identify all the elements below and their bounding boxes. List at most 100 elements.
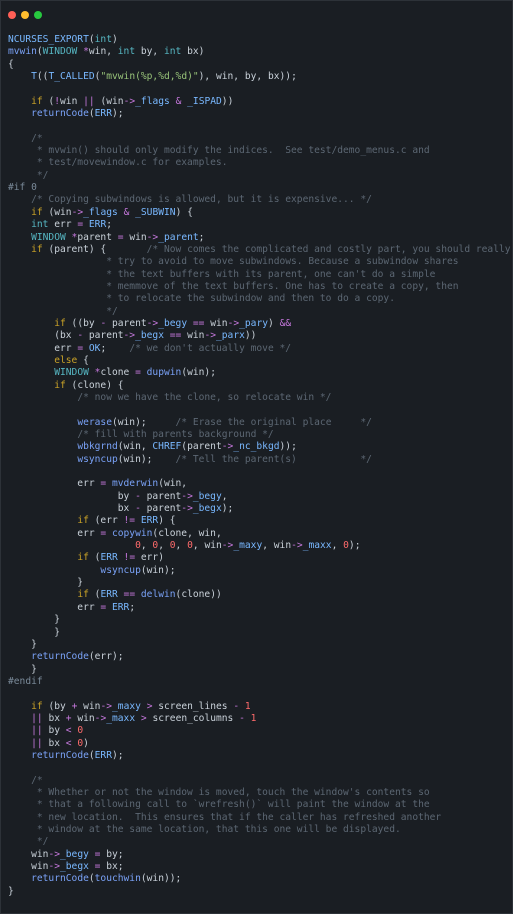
- code-line: err = ERR;: [8, 602, 511, 614]
- code-token: ,: [158, 540, 170, 552]
- code-token: err: [8, 601, 101, 613]
- code-token: win,: [88, 46, 118, 58]
- code-token: _maxy: [112, 700, 141, 712]
- code-token: ERR: [100, 589, 118, 601]
- code-token: * to relocate the subwindow and then to …: [8, 293, 395, 305]
- code-token: ERR: [100, 552, 118, 564]
- code-token: (win);: [181, 367, 216, 379]
- code-token: ), win, by, bx));: [198, 71, 297, 83]
- minimize-button[interactable]: [21, 11, 29, 19]
- code-line: WINDOW *parent = win->_parent;: [8, 232, 511, 244]
- code-token: ||: [31, 725, 43, 737]
- code-line: if ((by - parent->_begy == win->_pary) &…: [8, 318, 511, 330]
- code-token: _ISPAD: [187, 95, 222, 107]
- code-token: wsyncup: [77, 453, 118, 465]
- code-line: T((T_CALLED("mvwin(%p,%d,%d)"), win, by,…: [8, 71, 511, 83]
- code-token: parent: [140, 490, 182, 502]
- code-token: 1: [250, 712, 257, 724]
- code-token: _maxx: [106, 712, 136, 724]
- code-token: ==: [123, 589, 136, 601]
- title-bar: [1, 1, 512, 29]
- code-token: OK: [88, 342, 101, 354]
- code-token: ): [268, 317, 280, 329]
- code-token: ,: [175, 540, 188, 552]
- code-token: T_CALLED: [48, 71, 95, 83]
- code-line: */: [8, 170, 511, 182]
- code-token: , win: [262, 540, 292, 552]
- code-token: bx: [8, 503, 136, 515]
- code-token: _begy: [60, 848, 89, 860]
- code-line: err = mvderwin(win,: [8, 478, 511, 490]
- code-token: !=: [123, 552, 136, 564]
- code-token: err: [8, 527, 101, 539]
- code-token: if: [54, 317, 66, 329]
- code-token: /* Tell the parent(s) */: [175, 453, 372, 465]
- code-line: }: [8, 627, 511, 639]
- code-token: win: [204, 317, 228, 329]
- code-token: int: [117, 46, 136, 58]
- code-token: win: [8, 861, 49, 873]
- code-line: returnCode(ERR);: [8, 108, 511, 120]
- code-line: * to relocate the subwindow and then to …: [8, 293, 511, 305]
- code-line: by - parent->_begy,: [8, 491, 511, 503]
- code-token: ->: [48, 848, 60, 860]
- code-token: if: [31, 95, 43, 107]
- code-line: }: [8, 886, 511, 898]
- code-line: */: [8, 306, 511, 318]
- code-token: ->: [291, 540, 303, 552]
- code-token: _SUBWIN: [135, 206, 176, 218]
- code-token: );: [111, 108, 124, 120]
- code-token: ==: [169, 330, 182, 342]
- code-token: }: [8, 577, 84, 589]
- code-token: 1: [244, 700, 251, 712]
- code-token: */: [8, 836, 49, 848]
- code-token: _begy: [192, 490, 222, 502]
- code-token: ->: [227, 317, 240, 329]
- code-line: else {: [8, 355, 511, 367]
- code-token: /* fill with parents background */: [77, 429, 274, 440]
- code-token: /* we don't actually move */: [129, 342, 292, 354]
- code-token: ) {: [175, 206, 193, 218]
- code-token: by: [8, 490, 136, 502]
- code-line: }: [8, 639, 511, 651]
- zoom-button[interactable]: [34, 11, 42, 19]
- code-token: _begy: [158, 317, 188, 329]
- code-token: screen_lines: [152, 700, 234, 712]
- code-token: (parent) {: [42, 243, 147, 255]
- code-token: returnCode: [31, 108, 89, 120]
- code-line: }: [8, 664, 511, 676]
- code-line: || bx < 0): [8, 738, 511, 750]
- code-token: ->: [181, 490, 193, 502]
- code-token: _flags: [135, 95, 170, 107]
- code-token: if: [77, 552, 89, 564]
- code-token: (clone, win,: [152, 527, 222, 539]
- code-token: {: [8, 58, 14, 70]
- code-token: #if 0: [8, 182, 37, 194]
- code-token: bx: [42, 712, 66, 724]
- code-line: * mvwin() should only modify the indices…: [8, 145, 511, 157]
- code-token: mvwin: [8, 46, 37, 58]
- code-token: * new location. This ensures that if the…: [8, 811, 442, 823]
- code-token: win: [123, 231, 147, 243]
- code-token: )): [244, 330, 257, 342]
- code-token: /* Now comes the complicated and costly …: [146, 243, 511, 255]
- code-token: by,: [135, 46, 164, 58]
- code-token: ERR: [94, 749, 112, 761]
- code-token: if: [31, 700, 43, 712]
- code-token: wbkgrnd: [77, 441, 118, 453]
- code-line: if (ERR == delwin(clone)): [8, 589, 511, 601]
- code-token: win: [181, 330, 205, 342]
- code-token: * the text buffers with its parent, one …: [8, 268, 436, 280]
- code-token: * mvwin() should only modify the indices…: [8, 145, 430, 157]
- code-line: * new location. This ensures that if the…: [8, 812, 511, 824]
- code-line: if (err != ERR) {: [8, 515, 511, 527]
- code-token: parent: [106, 317, 147, 329]
- code-token: }: [8, 614, 60, 626]
- code-line: if (clone) {: [8, 380, 511, 392]
- close-button[interactable]: [8, 11, 16, 19]
